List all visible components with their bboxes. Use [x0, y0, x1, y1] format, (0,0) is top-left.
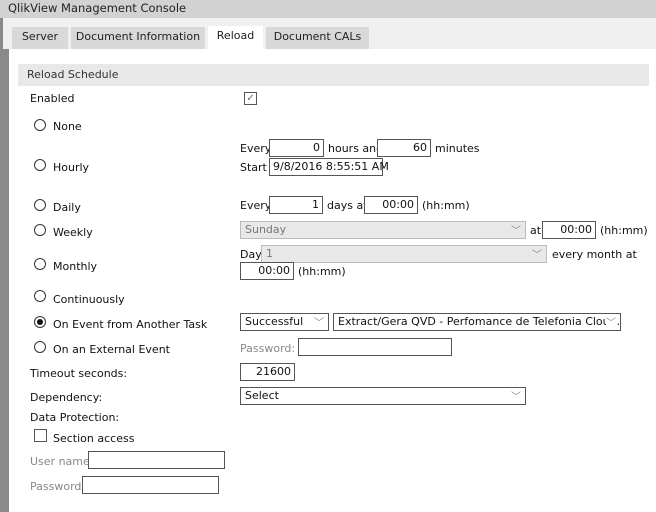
timeout-label: Timeout seconds: [30, 367, 128, 380]
chevron-down-icon: ﹀ [511, 392, 521, 403]
radio-none[interactable] [34, 119, 46, 131]
every-month-label: every month at [552, 248, 637, 261]
weekday-select[interactable]: Sunday ﹀ [240, 221, 526, 239]
dependency-select[interactable]: Select ﹀ [240, 387, 526, 405]
days-at-label: days at [327, 199, 368, 212]
monthly-format-label: (hh:mm) [298, 265, 346, 278]
weekly-at-label: at [530, 224, 542, 237]
hourly-every-label: Every [240, 142, 272, 155]
user-name-input[interactable] [88, 451, 225, 469]
hourly-label: Hourly [53, 161, 90, 174]
daily-time-input[interactable]: 00:00 [364, 196, 418, 214]
on-event-label: On Event from Another Task [53, 318, 208, 331]
radio-hourly[interactable] [34, 159, 46, 171]
radio-external-event[interactable] [34, 341, 46, 353]
external-password-label: Password: [240, 342, 296, 355]
section-access-checkbox[interactable] [34, 429, 47, 442]
none-label: None [53, 120, 82, 133]
radio-monthly[interactable] [34, 258, 46, 270]
tab-bar: Server Document Information Reload Docum… [0, 18, 656, 49]
radio-continuously[interactable] [34, 290, 46, 302]
monthly-label: Monthly [53, 260, 98, 273]
enabled-checkbox[interactable]: ✓ [244, 92, 257, 105]
event-task-select[interactable]: Extract/Gera QVD - Perfomance de Telefon… [333, 313, 621, 331]
minutes-label: minutes [435, 142, 480, 155]
start-input[interactable]: 9/8/2016 8:55:51 AM [269, 158, 389, 176]
data-protection-label: Data Protection: [30, 411, 120, 424]
chevron-down-icon: ﹀ [606, 314, 616, 329]
daily-label: Daily [53, 201, 81, 214]
external-password-input[interactable] [298, 338, 452, 356]
chevron-down-icon: ﹀ [532, 250, 542, 261]
radio-on-event[interactable] [34, 316, 46, 328]
month-day-select[interactable]: 1 ﹀ [261, 245, 547, 263]
daily-format-label: (hh:mm) [422, 199, 470, 212]
section-header: Reload Schedule [18, 64, 649, 86]
weekday-value: Sunday [245, 223, 287, 236]
event-status-value: Successful [245, 315, 304, 328]
event-status-select[interactable]: Successful ﹀ [240, 313, 329, 331]
minutes-input[interactable]: 60 [377, 139, 431, 157]
tab-server[interactable]: Server [12, 27, 68, 49]
chevron-down-icon: ﹀ [511, 226, 521, 237]
chevron-down-icon: ﹀ [314, 318, 324, 329]
start-label: Start [240, 161, 267, 174]
hours-and-label: hours and [328, 142, 384, 155]
event-task-value: Extract/Gera QVD - Perfomance de Telefon… [338, 315, 621, 328]
tab-reload[interactable]: Reload [208, 26, 263, 49]
radio-weekly[interactable] [34, 224, 46, 236]
section-access-label: Section access [53, 432, 135, 445]
timeout-input[interactable]: 21600 [240, 363, 295, 381]
dependency-label: Dependency: [30, 391, 103, 404]
month-day-value: 1 [266, 247, 273, 260]
monthly-day-label: Day [240, 248, 262, 261]
hours-input[interactable]: 0 [269, 139, 324, 157]
monthly-time-input[interactable]: 00:00 [240, 262, 294, 280]
weekly-time-input[interactable]: 00:00 [542, 221, 596, 239]
tab-document-information[interactable]: Document Information [71, 27, 205, 49]
tab-document-cals[interactable]: Document CALs [266, 27, 369, 49]
continuously-label: Continuously [53, 293, 125, 306]
window-title: QlikView Management Console [0, 0, 656, 18]
dependency-value: Select [245, 389, 279, 402]
daily-every-label: Every [240, 199, 272, 212]
password-label: Password: [30, 480, 86, 493]
weekly-label: Weekly [53, 226, 93, 239]
days-input[interactable]: 1 [269, 196, 323, 214]
enabled-label: Enabled [30, 92, 75, 105]
radio-daily[interactable] [34, 199, 46, 211]
external-event-label: On an External Event [53, 343, 170, 356]
user-name-label: User name: [30, 455, 94, 468]
weekly-format-label: (hh:mm) [600, 224, 648, 237]
password-input[interactable] [82, 476, 219, 494]
